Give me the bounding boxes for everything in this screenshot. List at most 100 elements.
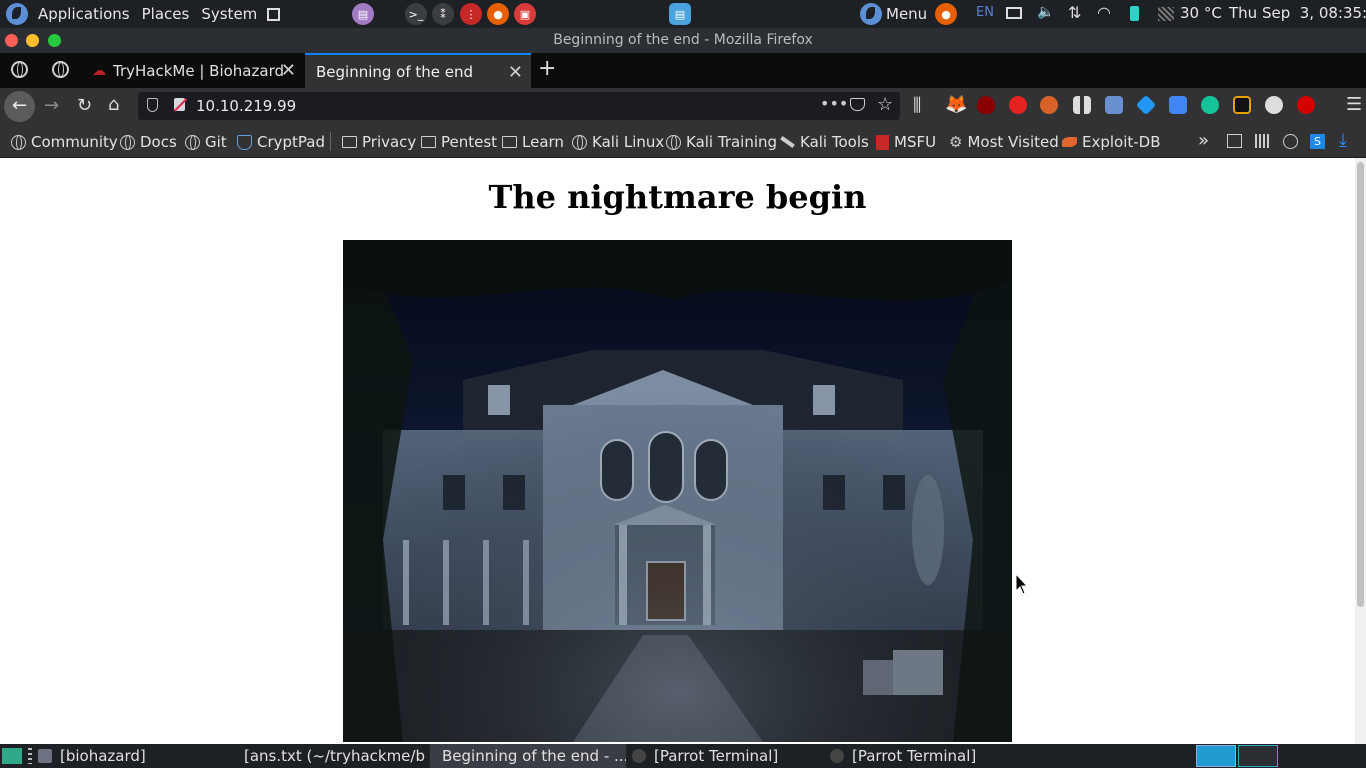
globe-icon[interactable] [11,61,28,82]
show-desktop-icon[interactable] [267,7,281,21]
bookmark-kali-training[interactable]: Kali Training [666,133,777,151]
reload-button[interactable]: ↻ [77,97,92,115]
bookmark-folder-learn[interactable]: Learn [502,133,564,151]
places-menu[interactable]: Places [136,0,196,28]
globe-icon[interactable] [52,61,69,82]
extensions-grid-icon[interactable] [1073,96,1091,114]
globe-icon [572,134,587,150]
burp-launcher-icon[interactable]: ⋮ [460,3,482,25]
bookmark-exploit-db[interactable]: Exploit-DB [1062,133,1161,151]
menu-parrot-icon[interactable] [860,3,882,25]
library-icon[interactable]: ⫼ [913,97,921,115]
window-title: Beginning of the end - Mozilla Firefox [553,32,813,48]
page-actions-icon[interactable]: ••• [820,94,848,113]
cookie-editor-icon[interactable] [1040,96,1058,114]
terminal-launcher-icon[interactable]: >_ [405,3,427,25]
notes-launcher-icon[interactable]: ▤ [669,3,691,25]
firefox-launcher-icon[interactable]: ● [487,3,509,25]
hackbar-icon[interactable]: ☰ [1346,96,1362,114]
new-tab-button[interactable]: + [538,58,556,80]
url-text[interactable]: 10.10.219.99 [196,97,296,115]
clock[interactable]: Thu Sep 3, 08:35:56 [1229,4,1366,22]
globe-icon [11,134,26,150]
volume-icon[interactable]: 🔈 [1037,4,1054,20]
task-parrot-terminal-2[interactable]: [Parrot Terminal] [830,744,1020,768]
bookmark-cryptpad[interactable]: CryptPad [237,133,325,151]
terminal-icon [830,749,844,763]
mouse-cursor-icon [1016,574,1028,594]
keyboard-layout[interactable]: EN [976,5,994,20]
minimize-window-button[interactable] [26,34,39,47]
wappalyzer-icon[interactable] [1105,96,1123,114]
wifi-icon[interactable]: ◠ [1097,3,1111,22]
bookmark-folder-privacy[interactable]: Privacy [342,133,416,151]
applications-menu[interactable]: Applications [32,0,136,28]
tab-tryhackme[interactable]: ☁ TryHackMe | Biohazard ✕ [82,53,304,88]
tracking-shield-icon[interactable] [147,98,158,112]
ublock-origin-icon[interactable] [977,96,995,114]
sidebar-icon[interactable] [1227,134,1242,148]
bookmark-git[interactable]: Git [185,133,227,151]
pocket-icon[interactable] [850,98,865,111]
display-icon[interactable] [1006,7,1022,19]
bookmark-label: Docs [140,133,177,151]
grammarly-icon[interactable] [1201,96,1219,114]
firefox-tray-icon[interactable]: ● [935,3,957,25]
temperature[interactable]: 30 °C [1180,4,1222,22]
root-terminal-launcher-icon[interactable]: ⁑ [432,3,454,25]
network-switch-icon[interactable]: ⇅ [1068,3,1081,22]
text-editor-launcher-icon[interactable]: ▤ [352,3,374,25]
terminal-ext-icon[interactable] [1233,96,1251,114]
tab-beginning-of-the-end[interactable]: Beginning of the end ✕ [305,53,531,88]
bookmark-msfu[interactable]: MSFU [876,133,936,151]
task-parrot-terminal-1[interactable]: [Parrot Terminal] [632,744,822,768]
bookmark-star-icon[interactable]: ☆ [877,94,893,115]
container-tabs-icon[interactable] [1255,134,1270,148]
bookmark-community[interactable]: Community [11,133,118,151]
user-agent-icon[interactable] [1265,96,1283,114]
folder-icon [502,136,517,148]
bookmark-most-visited[interactable]: ⚙ Most Visited [949,133,1059,151]
system-menu[interactable]: System [195,0,263,28]
task-label: [biohazard] [60,747,146,765]
s-extension-icon[interactable]: S [1310,134,1325,149]
window-titlebar[interactable]: Beginning of the end - Mozilla Firefox [0,28,1366,53]
home-button[interactable]: ⌂ [108,96,119,114]
bookmark-docs[interactable]: Docs [120,133,177,151]
task-biohazard-folder[interactable]: [biohazard] [38,744,228,768]
bookmark-label: Community [31,133,118,151]
redirect-icon[interactable] [1297,96,1315,114]
cookie-icon[interactable] [1283,134,1298,149]
close-window-button[interactable] [5,34,18,47]
dragon-icon [780,136,795,148]
bookmark-label: CryptPad [257,133,326,151]
close-tab-icon[interactable]: ✕ [281,60,296,81]
task-firefox[interactable]: Beginning of the end - ... [430,744,626,768]
translate-icon[interactable] [1169,96,1187,114]
bookmark-label: Git [205,133,227,151]
downloads-icon[interactable]: ⤓ [1339,130,1347,151]
show-desktop-button[interactable] [2,748,22,764]
bookmark-label: Exploit-DB [1082,133,1161,151]
archive-launcher-icon[interactable]: ▣ [514,3,536,25]
task-ans-txt[interactable]: [ans.txt (~/tryhackme/b... [236,744,426,768]
foxyproxy-icon[interactable]: 🦊 [945,96,967,114]
workspace-1[interactable] [1196,745,1236,767]
bookmark-kali-tools[interactable]: Kali Tools [780,133,869,151]
close-tab-icon[interactable]: ✕ [508,62,523,83]
page-scrollbar-thumb[interactable] [1357,162,1364,607]
battery-icon[interactable] [1130,6,1139,21]
back-button[interactable]: ← [4,91,35,122]
more-bookmarks-chevron-icon[interactable]: » [1198,130,1209,151]
privacy-badger-icon[interactable] [1009,96,1027,114]
parrot-logo-icon[interactable] [6,3,28,25]
url-bar[interactable]: 10.10.219.99 ••• ☆ [138,92,900,120]
maximize-window-button[interactable] [48,34,61,47]
workspace-2[interactable] [1238,745,1278,767]
bookmark-kali-linux[interactable]: Kali Linux [572,133,664,151]
forward-button[interactable]: → [44,97,59,115]
taskbar-handle-icon[interactable] [28,748,32,764]
bookmark-label: Learn [522,133,564,151]
bookmark-folder-pentest[interactable]: Pentest [421,133,497,151]
menu-button[interactable]: Menu [886,5,927,23]
